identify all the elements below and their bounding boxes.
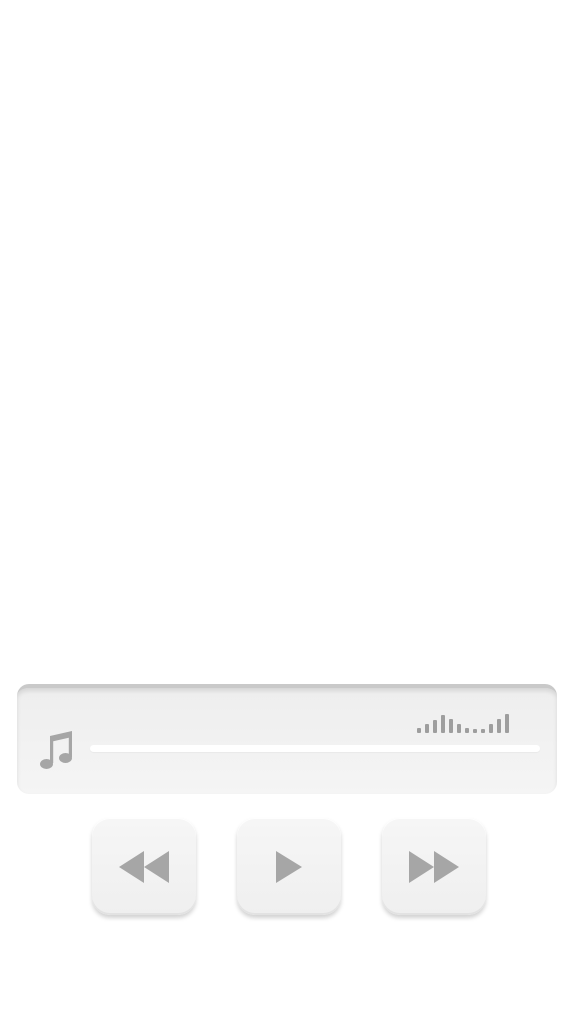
play-button[interactable] — [237, 818, 341, 915]
equalizer-bar — [473, 729, 477, 733]
equalizer-bar — [481, 729, 485, 733]
equalizer-bar — [433, 720, 437, 733]
music-note-icon — [39, 726, 75, 772]
equalizer-bars-icon — [417, 711, 511, 733]
equalizer-bar — [457, 724, 461, 733]
equalizer-bar — [465, 728, 469, 733]
rewind-button[interactable] — [92, 818, 196, 915]
music-player-screen — [0, 0, 576, 1024]
equalizer-bar — [425, 724, 429, 733]
now-playing-panel — [17, 684, 557, 794]
equalizer-bar — [449, 719, 453, 733]
progress-track[interactable] — [90, 745, 540, 752]
fast-forward-button[interactable] — [382, 818, 486, 915]
equalizer-bar — [441, 715, 445, 733]
equalizer-bar — [505, 714, 509, 733]
equalizer-bar — [489, 724, 493, 733]
equalizer-bar — [417, 728, 421, 733]
equalizer-bar — [497, 719, 501, 733]
